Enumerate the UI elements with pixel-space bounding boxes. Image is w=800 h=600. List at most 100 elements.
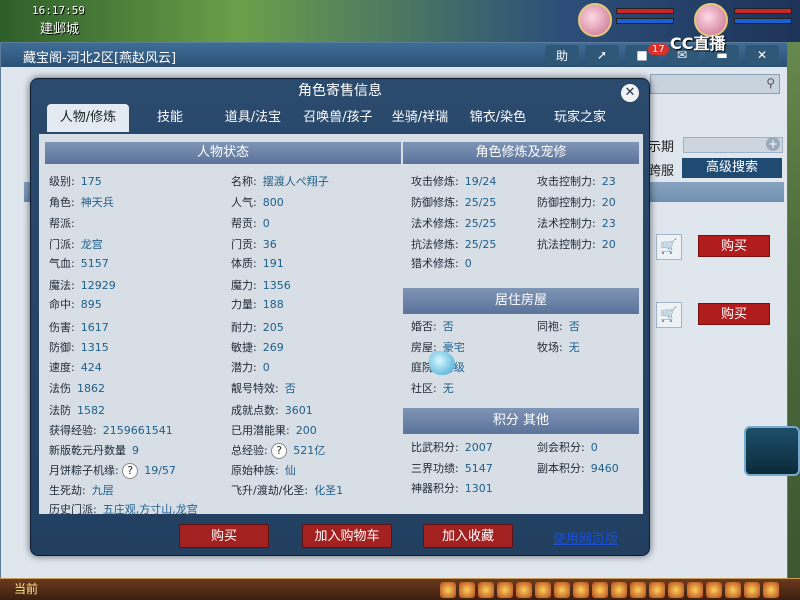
- hotbar-icon[interactable]: [630, 582, 646, 598]
- dialog-title: 角色寄售信息: [298, 83, 382, 99]
- pet-hp-bar: [616, 8, 674, 14]
- hotbar-icon[interactable]: [497, 582, 513, 598]
- advanced-search-button[interactable]: 高级搜索: [682, 158, 782, 178]
- help-icon[interactable]: ?: [271, 443, 288, 459]
- housing-heading: 居住房屋: [403, 288, 639, 314]
- points-row: 比武积分: 2007: [411, 441, 493, 454]
- hotbar-icon[interactable]: [706, 582, 722, 598]
- help-button[interactable]: 助: [545, 45, 579, 65]
- back-buy-button-1[interactable]: 购买: [698, 235, 770, 257]
- stat-row: 帮派:: [49, 217, 75, 230]
- stat-row: 成就点数: 3601: [231, 404, 313, 417]
- tab-pets[interactable]: 召唤兽/孩子: [295, 104, 381, 132]
- tab-home[interactable]: 玩家之家: [537, 104, 623, 132]
- hotbar-icon[interactable]: [649, 582, 665, 598]
- back-period-field[interactable]: +: [683, 137, 783, 153]
- cart-icon[interactable]: 🛒: [656, 234, 682, 260]
- hotbar-icon[interactable]: [459, 582, 475, 598]
- cultivation-row: 防御控制力: 20: [537, 196, 616, 209]
- role-sale-dialog: 角色寄售信息 ✕ 人物/修炼 技能 道具/法宝 召唤兽/孩子 坐骑/祥瑞 锦衣/…: [30, 78, 650, 556]
- buy-button[interactable]: 购买: [179, 524, 269, 548]
- help-icon[interactable]: ?: [122, 463, 139, 479]
- add-icon[interactable]: +: [766, 137, 780, 151]
- close-window-icon[interactable]: ✕: [745, 45, 779, 65]
- points-heading: 积分 其他: [403, 408, 639, 434]
- housing-row: 牧场: 无: [537, 341, 580, 354]
- housing-row: 同袍: 否: [537, 320, 580, 333]
- stat-row: 角色: 神天兵: [49, 196, 114, 209]
- back-label-crossserver: 跨服: [648, 164, 675, 179]
- character-status-heading: 人物状态: [45, 142, 401, 164]
- stat-row: 获得经验: 2159661541: [49, 424, 173, 437]
- pet-mp-bar: [616, 18, 674, 24]
- channel-label[interactable]: 当前: [14, 580, 38, 597]
- cursor-shell-icon: [429, 351, 455, 375]
- hotbar-icon[interactable]: [440, 582, 456, 598]
- hotbar-icon[interactable]: [668, 582, 684, 598]
- back-search-field[interactable]: ⚲: [650, 74, 780, 94]
- share-icon[interactable]: ➚: [585, 45, 619, 65]
- cultivation-row: 攻击修炼: 19/24: [411, 175, 497, 188]
- hotbar-icon[interactable]: [744, 582, 760, 598]
- add-to-favorites-button[interactable]: 加入收藏: [423, 524, 513, 548]
- hotbar-icon[interactable]: [478, 582, 494, 598]
- stat-row: 月饼粽子机缘: ? 19/57: [49, 463, 176, 479]
- hotbar-icon[interactable]: [725, 582, 741, 598]
- points-row: 三界功绩: 5147: [411, 462, 493, 475]
- hotbar-icon[interactable]: [554, 582, 570, 598]
- player-mp-bar: [734, 18, 792, 24]
- side-game-widget-icon[interactable]: [744, 426, 800, 476]
- stat-row: 名称: 摆渡人ぺ翔子: [231, 175, 329, 188]
- search-icon[interactable]: ⚲: [766, 76, 775, 90]
- tab-mounts[interactable]: 坐骑/祥瑞: [381, 104, 459, 132]
- web-version-link[interactable]: 使用网页版: [553, 528, 618, 547]
- stat-row: 敏捷: 269: [231, 341, 284, 354]
- back-buy-button-2[interactable]: 购买: [698, 303, 770, 325]
- hotbar-icon[interactable]: [592, 582, 608, 598]
- stat-row: 魔法: 12929: [49, 279, 116, 292]
- dialog-close-icon[interactable]: ✕: [621, 84, 639, 102]
- hotbar-icon[interactable]: [573, 582, 589, 598]
- cultivation-row: 法术控制力: 23: [537, 217, 616, 230]
- stat-row: 总经验: ? 521亿: [231, 443, 326, 459]
- tab-items[interactable]: 道具/法宝: [211, 104, 295, 132]
- hotbar-icon[interactable]: [687, 582, 703, 598]
- cultivation-heading: 角色修炼及宠修: [403, 142, 639, 164]
- stat-row: 魔力: 1356: [231, 279, 291, 292]
- stat-row: 人气: 800: [231, 196, 284, 209]
- tab-skills[interactable]: 技能: [129, 104, 211, 132]
- notification-badge: 17: [648, 44, 669, 55]
- stat-row: 帮贡: 0: [231, 217, 270, 230]
- stat-row: 门贡: 36: [231, 238, 277, 251]
- cultivation-row: 防御修炼: 25/25: [411, 196, 497, 209]
- cart-icon[interactable]: 🛒: [656, 302, 682, 328]
- back-label-period: 示期: [648, 140, 675, 155]
- points-row: 神器积分: 1301: [411, 482, 493, 495]
- stat-row: 防御: 1315: [49, 341, 109, 354]
- dialog-content: 人物状态 级别: 175 角色: 神天兵 帮派: 门派: 龙宫 气血: 5157 魔法:…: [39, 134, 643, 516]
- stat-row: 体质: 191: [231, 257, 284, 270]
- stat-row: 原始种族: 仙: [231, 464, 296, 477]
- cultivation-row: 猎术修炼: 0: [411, 257, 472, 270]
- dialog-tabs: 人物/修炼 技能 道具/法宝 召唤兽/孩子 坐骑/祥瑞 锦衣/染色 玩家之家: [47, 104, 623, 132]
- points-row: 副本积分: 9460: [537, 462, 619, 475]
- cultivation-row: 攻击控制力: 23: [537, 175, 616, 188]
- game-bottom-bar: 当前: [0, 578, 800, 600]
- tab-outfits[interactable]: 锦衣/染色: [459, 104, 537, 132]
- pet-avatar-icon[interactable]: [578, 3, 612, 37]
- hotbar-icon[interactable]: [516, 582, 532, 598]
- add-to-cart-button[interactable]: 加入购物车: [302, 524, 392, 548]
- housing-row: 婚否: 否: [411, 320, 454, 333]
- cultivation-row: 抗法修炼: 25/25: [411, 238, 497, 251]
- hotbar-icon[interactable]: [535, 582, 551, 598]
- stat-row: 级别: 175: [49, 175, 102, 188]
- stat-row: 命中: 895: [49, 298, 102, 311]
- stat-row: 力量: 188: [231, 298, 284, 311]
- tab-character[interactable]: 人物/修炼: [47, 104, 129, 132]
- hotbar-icon[interactable]: [763, 582, 779, 598]
- hotbar-icon[interactable]: [611, 582, 627, 598]
- stat-row: 法防 1582: [49, 404, 105, 417]
- stat-row: 历史门派: 五庄观,方寸山,龙宫: [49, 503, 198, 516]
- housing-row: 社区: 无: [411, 382, 454, 395]
- cc-live-logo: CC直播: [670, 34, 726, 53]
